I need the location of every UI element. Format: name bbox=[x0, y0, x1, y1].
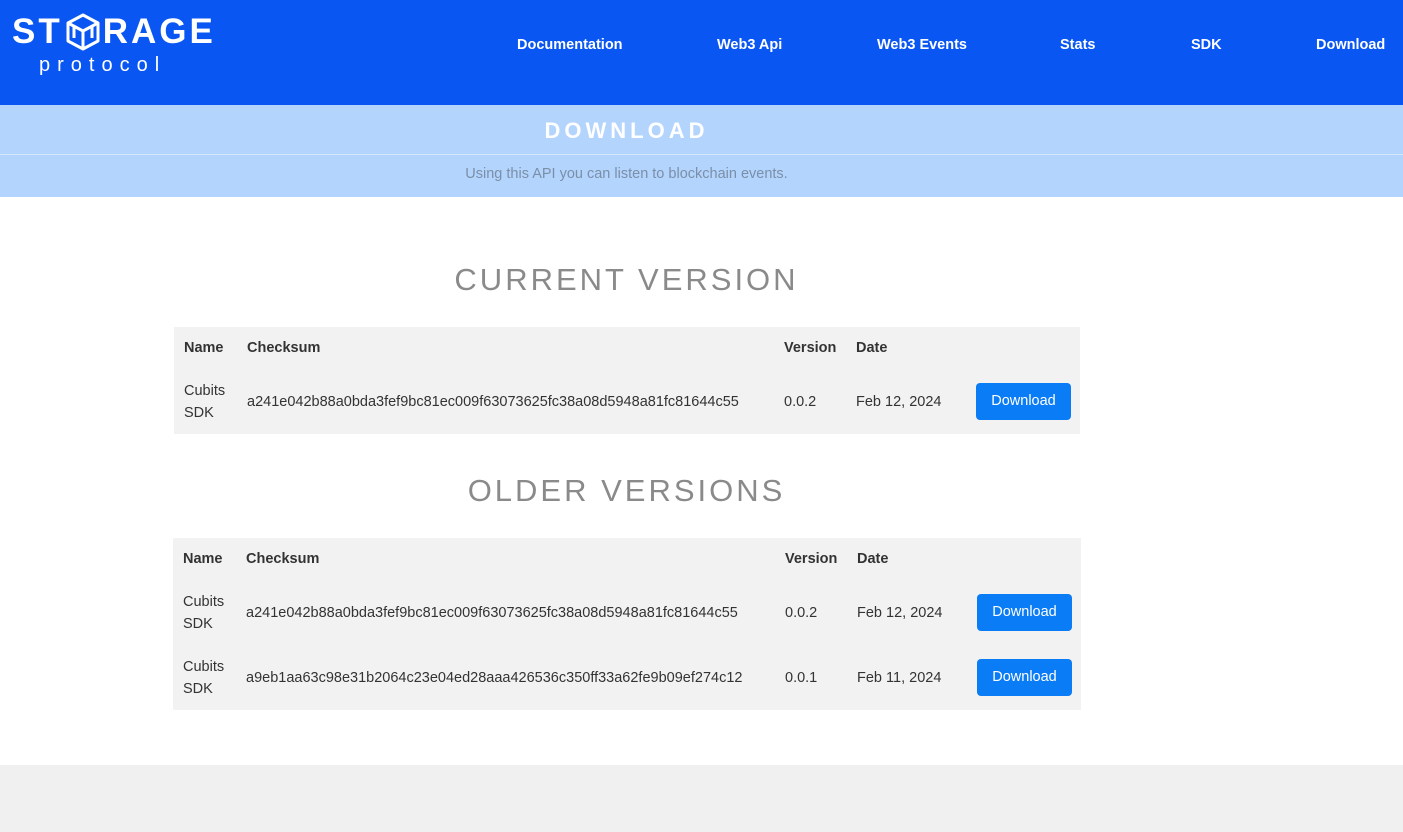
cell-action: Download bbox=[966, 369, 1080, 434]
nav-web3-events[interactable]: Web3 Events bbox=[877, 36, 967, 54]
logo-cube-icon bbox=[66, 13, 100, 51]
download-button[interactable]: Download bbox=[976, 383, 1071, 420]
cell-version: 0.0.1 bbox=[785, 669, 818, 686]
column-header-name: Name bbox=[184, 340, 224, 356]
nav-download[interactable]: Download bbox=[1316, 36, 1385, 54]
download-button[interactable]: Download bbox=[977, 594, 1072, 631]
logo-text-left: ST bbox=[12, 12, 63, 51]
column-header-name: Name bbox=[183, 551, 223, 567]
cell-name: Cubits SDK bbox=[184, 382, 226, 421]
cell-date: Feb 12, 2024 bbox=[857, 604, 943, 621]
table-row: Cubits SDK a241e042b88a0bda3fef9bc81ec00… bbox=[174, 369, 1080, 434]
column-header-checksum: Checksum bbox=[246, 551, 320, 567]
top-navbar: ST RAGE protocol Documentation Web3 Api … bbox=[0, 0, 1403, 105]
cell-checksum: a241e042b88a0bda3fef9bc81ec009f63073625f… bbox=[246, 604, 738, 621]
older-versions-table: Name Checksum Version Date Cubits SDK a2… bbox=[173, 538, 1081, 710]
current-version-heading: CURRENT VERSION bbox=[454, 262, 799, 297]
page-subtitle: Using this API you can listen to blockch… bbox=[465, 166, 788, 182]
nav-web3-api[interactable]: Web3 Api bbox=[717, 36, 782, 54]
column-header-version: Version bbox=[784, 340, 837, 356]
table-header-row: Name Checksum Version Date bbox=[173, 538, 1081, 580]
table-row: Cubits SDK a9eb1aa63c98e31b2064c23e04ed2… bbox=[173, 645, 1081, 710]
download-button[interactable]: Download bbox=[977, 659, 1072, 696]
column-header-action bbox=[967, 538, 1081, 580]
cell-name: Cubits SDK bbox=[183, 658, 225, 697]
nav-sdk[interactable]: SDK bbox=[1191, 36, 1222, 54]
storage-protocol-logo[interactable]: ST RAGE protocol bbox=[12, 12, 213, 76]
cell-checksum: a9eb1aa63c98e31b2064c23e04ed28aaa426536c… bbox=[246, 669, 743, 686]
cell-action: Download bbox=[967, 580, 1081, 645]
column-header-date: Date bbox=[856, 340, 888, 356]
column-header-version: Version bbox=[785, 551, 838, 567]
logo-text-right: RAGE bbox=[102, 12, 216, 51]
logo-subtitle: protocol bbox=[39, 54, 167, 76]
column-header-checksum: Checksum bbox=[247, 340, 321, 356]
cell-version: 0.0.2 bbox=[785, 604, 818, 621]
page-title: DOWNLOAD bbox=[544, 118, 709, 143]
cell-action: Download bbox=[967, 645, 1081, 710]
current-version-table: Name Checksum Version Date Cubits SDK a2… bbox=[174, 327, 1080, 434]
cell-date: Feb 11, 2024 bbox=[857, 669, 942, 686]
cell-checksum: a241e042b88a0bda3fef9bc81ec009f63073625f… bbox=[247, 393, 739, 410]
table-header-row: Name Checksum Version Date bbox=[174, 327, 1080, 369]
older-versions-heading: OLDER VERSIONS bbox=[467, 473, 786, 508]
column-header-date: Date bbox=[857, 551, 889, 567]
banner-divider bbox=[0, 154, 1403, 155]
table-row: Cubits SDK a241e042b88a0bda3fef9bc81ec00… bbox=[173, 580, 1081, 645]
cell-date: Feb 12, 2024 bbox=[856, 393, 942, 410]
cell-version: 0.0.2 bbox=[784, 393, 817, 410]
page-banner: DOWNLOAD Using this API you can listen t… bbox=[0, 105, 1403, 197]
nav-documentation[interactable]: Documentation bbox=[517, 36, 623, 54]
page-footer bbox=[0, 765, 1403, 832]
column-header-action bbox=[966, 327, 1080, 369]
nav-stats[interactable]: Stats bbox=[1060, 36, 1095, 54]
cell-name: Cubits SDK bbox=[183, 593, 225, 632]
